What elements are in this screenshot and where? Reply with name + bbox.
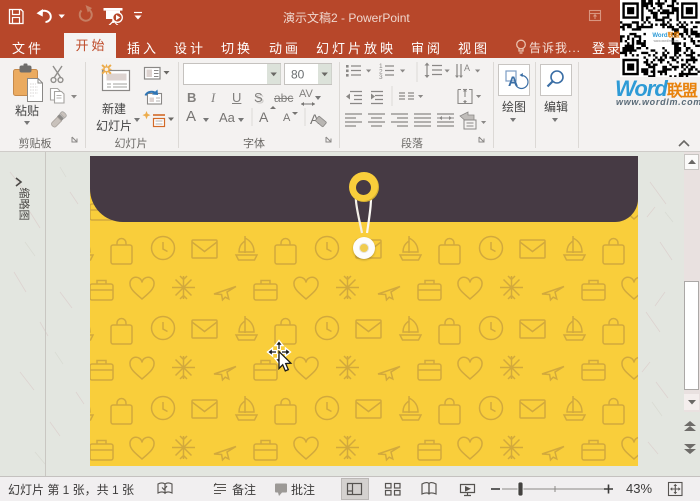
svg-text:www.wordlm.com: www.wordlm.com	[654, 39, 679, 43]
svg-text:3: 3	[379, 74, 383, 81]
svg-text:A: A	[464, 63, 470, 73]
svg-text:Word联盟: Word联盟	[652, 31, 679, 39]
svg-text:80: 80	[291, 68, 305, 82]
